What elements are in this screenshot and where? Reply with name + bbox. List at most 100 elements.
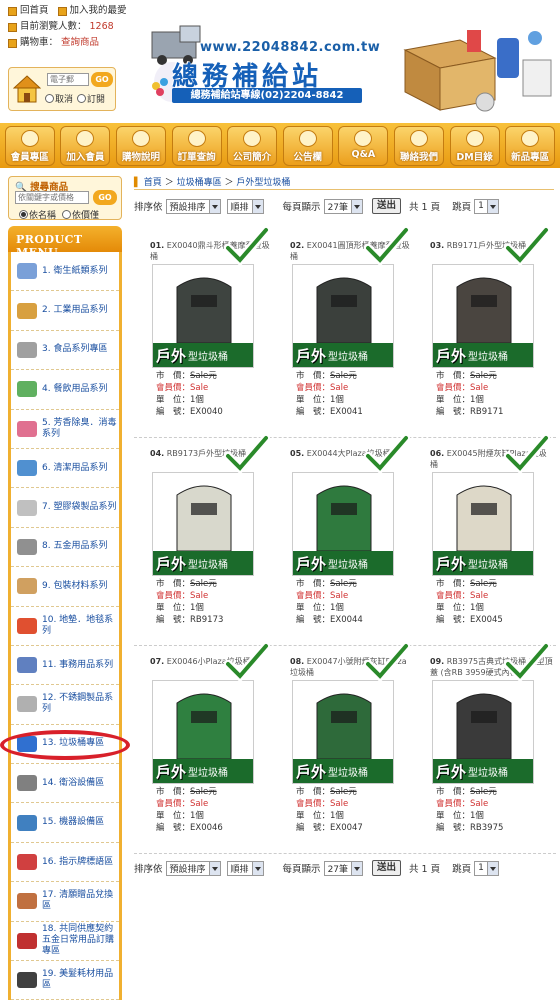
breadcrumb-arrow-icon: ▌ bbox=[134, 178, 141, 188]
radio-subscribe-dot[interactable] bbox=[77, 94, 87, 103]
email-input[interactable] bbox=[47, 73, 89, 86]
menu-item-16[interactable]: 16. 指示牌標語區 bbox=[11, 843, 119, 883]
menu-item-15[interactable]: 15. 機器設備區 bbox=[11, 803, 119, 843]
menu-item-19[interactable]: 19. 美髮耗材用品區 bbox=[11, 961, 119, 1000]
radio-subscribe[interactable]: 訂閱 bbox=[77, 92, 105, 105]
search-input[interactable] bbox=[15, 191, 89, 204]
order-select[interactable]: 順排 bbox=[226, 860, 264, 876]
code-value: RB9173 bbox=[190, 615, 224, 625]
menu-item-17[interactable]: 17. 清願贈品兌換區 bbox=[11, 882, 119, 922]
menu-item-10[interactable]: 10. 地墊．地毯系列 bbox=[11, 607, 119, 646]
breadcrumb-current[interactable]: 戶外型垃圾桶 bbox=[236, 178, 290, 188]
product-number: 08. bbox=[290, 657, 305, 666]
radio-cancel-dot[interactable] bbox=[45, 94, 54, 103]
search-go-button[interactable]: GO bbox=[93, 190, 117, 205]
menu-item-12[interactable]: 12. 不銹鋼製品系列 bbox=[11, 685, 119, 725]
menu-item-8[interactable]: 8. 五金用品系列 bbox=[11, 528, 119, 568]
menu-item-11[interactable]: 11. 事務用品系列 bbox=[11, 646, 119, 686]
nav-button-5[interactable]: 公告欄 bbox=[282, 125, 333, 166]
cart-link[interactable]: 查詢商品 bbox=[61, 35, 99, 51]
menu-item-9[interactable]: 9. 包裝材料系列 bbox=[11, 567, 119, 607]
menu-item-18[interactable]: 18. 共同供應契約五金日常用品訂購專區 bbox=[11, 922, 119, 962]
product-image[interactable]: 戶外 型垃圾桶 bbox=[292, 472, 394, 576]
product-image[interactable]: 戶外 型垃圾桶 bbox=[152, 472, 254, 576]
chevron-down-icon bbox=[351, 199, 363, 213]
radio-by-price-dot[interactable] bbox=[62, 210, 72, 219]
nav-button-8[interactable]: DM目錄 bbox=[449, 125, 500, 166]
breadcrumb-category[interactable]: 垃圾桶專區 bbox=[177, 178, 222, 188]
breadcrumb-home[interactable]: 首頁 bbox=[144, 178, 162, 188]
nav-button-1[interactable]: 加入會員 bbox=[60, 125, 111, 166]
nav-button-7[interactable]: 聯絡我們 bbox=[393, 125, 444, 166]
menu-item-5[interactable]: 5. 芳香除臭．消毒系列 bbox=[11, 410, 119, 449]
category-icon bbox=[17, 538, 37, 555]
product-card[interactable]: 08. EX0047小號附煙灰缸Plaza垃圾桶 戶外 型垃圾桶市 價：Sale元會… bbox=[274, 642, 414, 853]
category-icon bbox=[17, 263, 37, 280]
outdoor-badge: 戶外 型垃圾桶 bbox=[153, 551, 253, 575]
nav-button-2[interactable]: 購物說明 bbox=[115, 125, 166, 166]
product-image[interactable]: 戶外 型垃圾桶 bbox=[152, 264, 254, 368]
radio-cancel[interactable]: 取消 bbox=[45, 92, 73, 105]
nav-button-4[interactable]: 公司簡介 bbox=[227, 125, 278, 166]
send-button[interactable]: 送出 bbox=[372, 860, 402, 876]
menu-item-label: 8. 五金用品系列 bbox=[42, 541, 108, 552]
radio-by-name[interactable]: 依名稱 bbox=[19, 208, 56, 221]
send-button[interactable]: 送出 bbox=[372, 198, 402, 214]
radio-by-name-dot[interactable] bbox=[19, 210, 28, 219]
outdoor-badge: 戶外 型垃圾桶 bbox=[433, 551, 533, 575]
menu-item-14[interactable]: 14. 衛浴設備區 bbox=[11, 764, 119, 804]
member-price: Sale bbox=[470, 383, 489, 393]
product-card[interactable]: 07. EX0046小Plaza垃圾桶 戶外 型垃圾桶市 價：Sale元 會員價：Sa… bbox=[134, 642, 274, 853]
supplies-boxes-illustration bbox=[403, 30, 552, 112]
subscribe-go-button[interactable]: GO bbox=[91, 72, 113, 87]
document-icon bbox=[131, 129, 150, 147]
home-link-label[interactable]: 回首頁 bbox=[20, 3, 49, 19]
nav-button-0[interactable]: 會員專區 bbox=[4, 125, 55, 166]
menu-item-1[interactable]: 1. 衛生紙類系列 bbox=[11, 252, 119, 292]
product-image[interactable]: 戶外 型垃圾桶 bbox=[152, 680, 254, 784]
menu-item-label: 3. 食品系列專區 bbox=[42, 344, 108, 355]
favorite-link[interactable]: 加入我的最愛 bbox=[70, 3, 127, 19]
product-card[interactable]: 05. EX0044大Plaza垃圾桶 戶外 型垃圾桶市 價：Sale元 會員價：Sa… bbox=[274, 434, 414, 645]
radio-by-name-label: 依名稱 bbox=[29, 211, 57, 221]
sort-label: 排序依 bbox=[134, 202, 163, 213]
menu-item-label: 12. 不銹鋼製品系列 bbox=[42, 693, 114, 715]
product-card[interactable]: 03. RB9171 戶外型垃圾桶 戶外 型垃圾桶市 價：Sale元 會員價：Sale 單… bbox=[414, 226, 554, 437]
product-row: 04. RB9173戶外型垃圾桶 戶外 型垃圾桶市 價：Sale元 會員價：Sale 單… bbox=[134, 434, 556, 646]
menu-item-6[interactable]: 6. 清潔用品系列 bbox=[11, 449, 119, 489]
menu-item-label: 18. 共同供應契約五金日常用品訂購專區 bbox=[42, 924, 115, 957]
product-card[interactable]: 09. RB3975古典式垃圾桶 款型頂蓋 (含RB 3959硬式內桶) 戶外 型垃… bbox=[414, 642, 554, 853]
menu-item-7[interactable]: 7. 塑膠袋製品系列 bbox=[11, 488, 119, 528]
product-image[interactable]: 戶外 型垃圾桶 bbox=[432, 264, 534, 368]
product-card[interactable]: 01. EX0040鼎斗形桶蓋摩登垃圾桶 戶外 型垃圾桶市 價：Sale元 會員價：S… bbox=[134, 226, 274, 437]
nav-button-9[interactable]: 新品專區 bbox=[505, 125, 556, 166]
menu-item-4[interactable]: 4. 餐飲用品系列 bbox=[11, 370, 119, 410]
product-image[interactable]: 戶外 型垃圾桶 bbox=[432, 680, 534, 784]
breadcrumb: ▌ 首頁 ＞ 垃圾桶專區 ＞ 戶外型垃圾桶 bbox=[134, 175, 290, 188]
page-select[interactable]: 1 bbox=[474, 860, 499, 876]
menu-item-label: 14. 衛浴設備區 bbox=[42, 777, 105, 788]
category-icon bbox=[17, 460, 37, 477]
product-card[interactable]: 04. RB9173 戶外型垃圾桶 戶外 型垃圾桶市 價：Sale元 會員價：Sale 單… bbox=[134, 434, 274, 645]
product-image[interactable]: 戶外 型垃圾桶 bbox=[432, 472, 534, 576]
code-value: EX0046 bbox=[190, 823, 223, 833]
nav-button-3[interactable]: 訂單查詢 bbox=[171, 125, 222, 166]
nav-button-6[interactable]: Q&A bbox=[338, 125, 389, 166]
product-image[interactable]: 戶外 型垃圾桶 bbox=[292, 680, 394, 784]
radio-by-price[interactable]: 依價僅 bbox=[62, 208, 99, 221]
product-card[interactable]: 02. EX0041圓頂形桶蓋摩登垃圾桶 戶外 型垃圾桶市 價：Sale元 會員價：S… bbox=[274, 226, 414, 437]
menu-item-2[interactable]: 2. 工業用品系列 bbox=[11, 291, 119, 331]
menu-item-label: 2. 工業用品系列 bbox=[42, 305, 108, 316]
product-image[interactable]: 戶外 型垃圾桶 bbox=[292, 264, 394, 368]
market-price-label: 市 價： bbox=[436, 787, 471, 797]
per-page-select[interactable]: 27筆 bbox=[323, 198, 364, 214]
menu-item-3[interactable]: 3. 食品系列專區 bbox=[11, 331, 119, 371]
page-select[interactable]: 1 bbox=[474, 198, 499, 214]
order-select[interactable]: 順排 bbox=[226, 198, 264, 214]
per-page-select[interactable]: 27筆 bbox=[323, 860, 364, 876]
site-url: www.22048842.com.tw bbox=[200, 40, 381, 55]
home-link[interactable]: 回首頁 加入我的最愛 bbox=[8, 3, 128, 19]
sort-select[interactable]: 預設排序 bbox=[165, 198, 221, 214]
sort-select[interactable]: 預設排序 bbox=[165, 860, 221, 876]
product-card[interactable]: 06. EX0045附煙灰缸Plaza垃圾桶 戶外 型垃圾桶市 價：Sale元 會員價… bbox=[414, 434, 554, 645]
